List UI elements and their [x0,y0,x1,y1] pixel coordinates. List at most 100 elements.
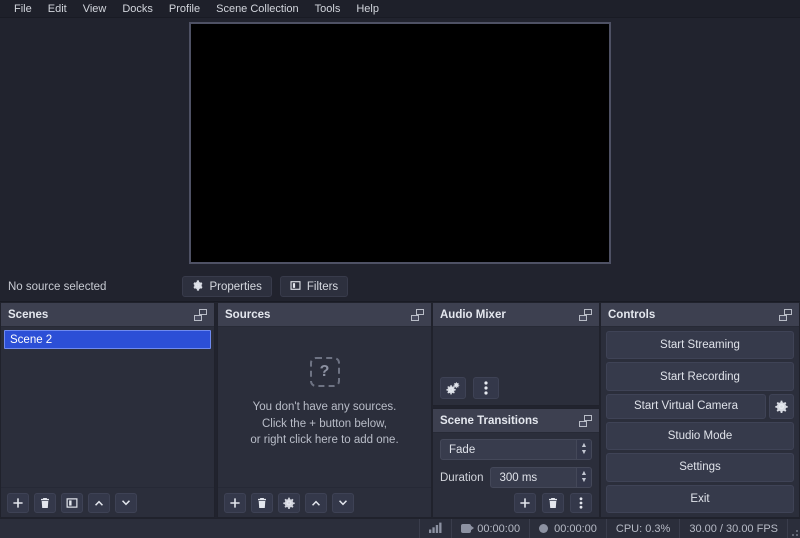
source-properties-button[interactable] [278,492,300,513]
properties-button-label: Properties [209,280,262,293]
controls-dock-title: Controls [608,308,656,321]
add-transition-button[interactable] [514,493,536,513]
stream-time: 00:00:00 [477,522,521,535]
status-bar: 00:00:00 00:00:00 CPU: 0.3% 30.00 / 30.0… [0,518,800,538]
audio-mixer-menu-button[interactable] [473,377,499,399]
status-record-cell: 00:00:00 [530,519,607,538]
gear-icon [192,279,203,294]
question-mark-glyph: ? [319,363,330,381]
controls-body: Start Streaming Start Recording Start Vi… [601,327,799,517]
controls-dock: Controls Start Streaming Start Recording… [600,302,800,518]
sources-empty-line-3: or right click here to add one. [250,434,399,447]
scenes-list[interactable]: Scene 2 [1,327,214,352]
scenes-dock-body[interactable]: Scene 2 [1,327,214,487]
studio-mode-button[interactable]: Studio Mode [606,421,794,451]
sources-toolbar [218,487,431,517]
source-control-bar: No source selected Properties Filters [0,272,800,302]
scene-transitions-dock-header: Scene Transitions [433,409,599,433]
status-signal-cell [420,519,453,538]
sources-dock: Sources ? You don't have any sources. Cl… [217,302,432,518]
menu-item-scene-collection[interactable]: Scene Collection [208,0,307,18]
sources-empty-state: ? You don't have any sources. Click the … [218,327,431,487]
menu-bar: File Edit View Docks Profile Scene Colle… [0,0,800,18]
record-time: 00:00:00 [554,522,597,535]
scenes-dock: Scenes Scene 2 [0,302,215,518]
menu-item-tools[interactable]: Tools [307,0,349,18]
preview-canvas[interactable] [191,24,609,262]
exit-button[interactable]: Exit [606,484,794,514]
status-stream-cell: 00:00:00 [452,519,531,538]
scenes-toolbar [1,487,214,517]
remove-source-button[interactable] [251,492,273,513]
resize-grip[interactable] [788,519,800,538]
transition-duration-input[interactable]: 300 ms ▲ ▼ [490,467,592,488]
status-bar-spacer [0,519,421,538]
sources-dock-title: Sources [225,308,271,321]
properties-button[interactable]: Properties [182,276,272,297]
no-source-label: No source selected [8,280,107,293]
filters-button[interactable]: Filters [279,276,349,297]
float-dock-icon[interactable] [194,308,207,321]
start-streaming-button[interactable]: Start Streaming [606,331,794,360]
question-mark-icon: ? [309,356,340,387]
docks-row: Scenes Scene 2 Sources ? You don't have … [0,302,800,518]
preview-area [0,18,800,272]
move-source-up-button[interactable] [305,492,327,513]
move-scene-down-button[interactable] [115,492,137,513]
audio-mixer-toolbar [440,377,499,399]
scene-transitions-dock: Scene Transitions Fade ▲ ▼ Duration 300 … [432,408,600,518]
float-dock-icon[interactable] [779,308,792,321]
scene-transitions-dock-title: Scene Transitions [440,414,539,427]
controls-dock-header: Controls [601,303,799,327]
transition-duration-row: Duration 300 ms ▲ ▼ [440,467,592,488]
audio-mixer-dock-title: Audio Mixer [440,308,506,321]
chevron-down-icon: ▼ [580,449,588,456]
transition-type-select[interactable]: Fade ▲ ▼ [440,439,592,460]
menu-item-help[interactable]: Help [348,0,387,18]
audio-advanced-properties-button[interactable] [440,377,466,399]
start-recording-button[interactable]: Start Recording [606,362,794,391]
float-dock-icon[interactable] [411,308,424,321]
filters-icon [290,280,301,294]
preview-frame[interactable] [189,22,611,264]
scene-transitions-toolbar [433,488,599,518]
scenes-dock-title: Scenes [8,308,49,321]
menu-item-docks[interactable]: Docks [114,0,161,18]
virtual-camera-row: Start Virtual Camera [606,393,794,419]
stream-icon [461,524,475,533]
settings-button[interactable]: Settings [606,453,794,482]
virtual-camera-config-button[interactable] [769,393,794,419]
mixer-transitions-column: Audio Mixer Scene Transitions Fade ▲ ▼ D… [432,302,600,518]
scene-list-item[interactable]: Scene 2 [4,330,211,349]
audio-mixer-dock: Audio Mixer [432,302,600,406]
obs-main-window: File Edit View Docks Profile Scene Colle… [0,0,800,538]
scenes-dock-header: Scenes [1,303,214,327]
add-source-button[interactable] [224,492,246,513]
move-source-down-button[interactable] [332,492,354,513]
float-dock-icon[interactable] [579,414,592,427]
remove-scene-button[interactable] [34,492,56,513]
sources-empty-text: You don't have any sources. Click the + … [250,399,398,449]
menu-item-profile[interactable]: Profile [161,0,208,18]
remove-transition-button[interactable] [542,493,564,513]
transition-menu-button[interactable] [570,493,592,513]
status-fps-cell: 30.00 / 30.00 FPS [680,519,788,538]
start-virtual-camera-button[interactable]: Start Virtual Camera [606,393,766,419]
scene-filters-button[interactable] [61,492,83,513]
audio-mixer-body[interactable] [433,327,599,405]
transition-duration-spinner[interactable]: ▲ ▼ [576,468,591,487]
menu-item-view[interactable]: View [75,0,115,18]
sources-dock-header: Sources [218,303,431,327]
float-dock-icon[interactable] [579,308,592,321]
transition-type-spinner[interactable]: ▲ ▼ [576,440,591,459]
status-cpu-cell: CPU: 0.3% [607,519,681,538]
filters-button-label: Filters [306,280,339,293]
sources-dock-body[interactable]: ? You don't have any sources. Click the … [218,327,431,487]
menu-item-file[interactable]: File [6,0,40,18]
signal-bars-icon [429,522,442,536]
move-scene-up-button[interactable] [88,492,110,513]
record-dot-icon [539,524,549,533]
transition-duration-label: Duration [440,471,484,484]
add-scene-button[interactable] [7,492,29,513]
menu-item-edit[interactable]: Edit [40,0,75,18]
